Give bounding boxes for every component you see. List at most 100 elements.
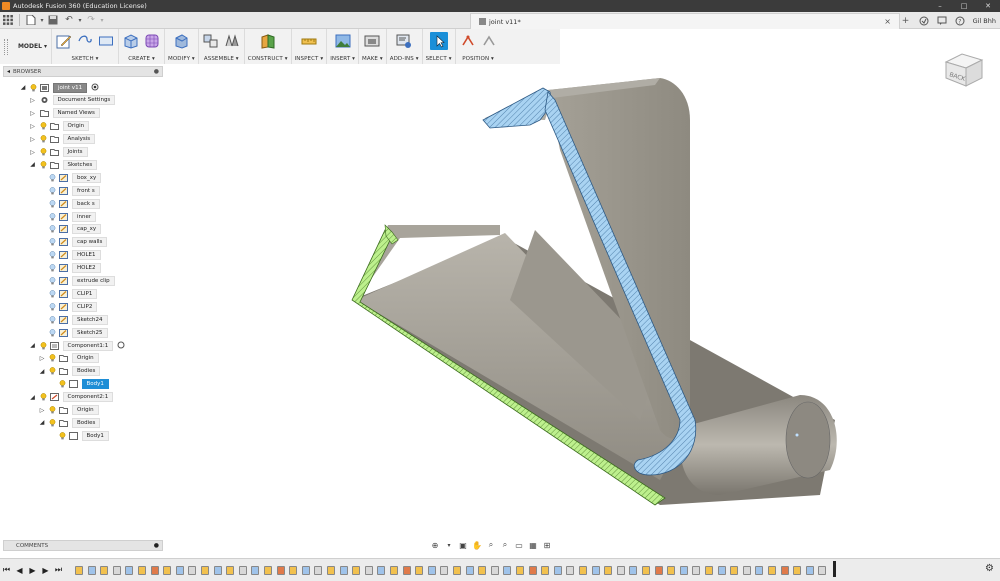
visibility-bulb-icon[interactable] xyxy=(49,199,56,208)
visibility-bulb-icon[interactable] xyxy=(49,290,56,298)
line-icon[interactable] xyxy=(76,32,94,50)
timeline-feature-icon[interactable] xyxy=(377,566,386,575)
dropdown-icon[interactable]: ▾ xyxy=(99,13,105,27)
step-back-icon[interactable]: ◀ xyxy=(13,566,26,575)
browser-node[interactable]: Sketch24 xyxy=(38,314,108,325)
timeline-feature-icon[interactable] xyxy=(125,566,134,575)
browser-node[interactable]: ▷ Named Views xyxy=(29,108,100,119)
expand-arrow-icon[interactable]: ▷ xyxy=(38,355,46,362)
grid-menu-icon[interactable] xyxy=(0,13,16,27)
collapse-arrow-icon[interactable]: ◢ xyxy=(29,342,37,349)
timeline-feature-icon[interactable] xyxy=(327,566,335,575)
timeline-feature-icon[interactable] xyxy=(667,566,676,575)
visibility-bulb-icon[interactable] xyxy=(49,354,56,362)
create-menu[interactable]: CREATE ▾ xyxy=(128,56,155,62)
pan-icon[interactable]: ✋ xyxy=(472,540,482,550)
visibility-bulb-icon[interactable] xyxy=(49,225,56,233)
insert-menu[interactable]: INSERT ▾ xyxy=(330,56,355,62)
offset-plane-icon[interactable] xyxy=(259,32,277,50)
visibility-bulb-icon[interactable] xyxy=(30,83,37,92)
timeline-feature-icon[interactable] xyxy=(742,566,751,575)
orbit-icon[interactable]: ⊕ xyxy=(430,540,440,550)
expand-arrow-icon[interactable]: ▷ xyxy=(38,407,46,414)
save-icon[interactable] xyxy=(45,13,61,27)
browser-node[interactable]: ◢ Sketches xyxy=(29,159,98,170)
timeline-feature-icon[interactable] xyxy=(591,566,600,575)
timeline-feature-icon[interactable] xyxy=(427,566,436,575)
new-tab-icon[interactable]: + xyxy=(897,14,915,28)
timeline-feature-icon[interactable] xyxy=(150,566,159,575)
browser-node[interactable]: ▷ Joints xyxy=(29,147,88,158)
timeline-feature-icon[interactable] xyxy=(654,566,663,575)
timeline-feature-icon[interactable] xyxy=(730,566,739,575)
timeline-feature-icon[interactable] xyxy=(440,566,449,575)
modify-menu[interactable]: MODIFY ▾ xyxy=(168,56,195,62)
activate-radio-icon[interactable] xyxy=(91,83,99,93)
timeline-feature-icon[interactable] xyxy=(75,566,83,575)
visibility-bulb-icon[interactable] xyxy=(49,264,56,272)
visibility-bulb-icon[interactable] xyxy=(40,122,47,130)
browser-node[interactable]: ▷ Origin xyxy=(38,405,99,416)
timeline-feature-icon[interactable] xyxy=(768,566,776,575)
browser-node[interactable]: extrude clip xyxy=(38,276,115,287)
timeline-feature-icon[interactable] xyxy=(201,566,209,575)
browser-node[interactable]: cap_xy xyxy=(38,224,102,235)
visibility-bulb-icon[interactable] xyxy=(49,328,56,337)
maximize-button[interactable]: □ xyxy=(952,2,976,10)
workspace-switcher[interactable]: MODEL ▾ xyxy=(0,29,52,64)
timeline-feature-icon[interactable] xyxy=(238,566,247,575)
timeline-feature-icon[interactable] xyxy=(805,566,814,575)
collapse-arrow-icon[interactable]: ◢ xyxy=(38,368,46,375)
browser-node[interactable]: Sketch25 xyxy=(38,327,108,338)
timeline-feature-icon[interactable] xyxy=(415,566,424,575)
visibility-bulb-icon[interactable] xyxy=(40,148,47,156)
browser-node[interactable]: ◢ Component2:1 xyxy=(29,392,114,403)
visibility-bulb-icon[interactable] xyxy=(59,380,66,388)
activate-radio-icon[interactable] xyxy=(117,341,125,351)
viewports-icon[interactable]: ⊞ xyxy=(542,540,552,550)
timeline-track[interactable] xyxy=(75,561,845,577)
select-cursor-icon[interactable] xyxy=(429,32,448,50)
measure-icon[interactable] xyxy=(300,32,318,50)
timeline-feature-icon[interactable] xyxy=(604,566,613,575)
visibility-bulb-icon[interactable] xyxy=(49,419,56,427)
press-pull-icon[interactable] xyxy=(172,32,190,50)
browser-node[interactable]: CLIP1 xyxy=(38,288,98,299)
timeline-feature-icon[interactable] xyxy=(780,566,789,575)
timeline-feature-icon[interactable] xyxy=(516,566,524,575)
browser-node[interactable]: cap walls xyxy=(38,237,108,248)
user-name[interactable]: Gil Bhh xyxy=(969,17,1000,25)
extrude-icon[interactable] xyxy=(122,32,140,50)
timeline-feature-icon[interactable] xyxy=(566,566,575,575)
collapse-arrow-icon[interactable]: ◢ xyxy=(19,84,27,91)
timeline-feature-icon[interactable] xyxy=(528,566,537,575)
timeline-feature-icon[interactable] xyxy=(478,566,487,575)
browser-node[interactable]: ▷ Origin xyxy=(38,353,99,364)
expand-arrow-icon[interactable]: ▷ xyxy=(29,149,37,156)
timeline-feature-icon[interactable] xyxy=(705,566,713,575)
create-sketch-icon[interactable] xyxy=(55,32,73,50)
timeline-feature-icon[interactable] xyxy=(226,566,235,575)
help-icon[interactable]: ? xyxy=(951,14,969,28)
comments-panel-header[interactable]: COMMENTS ● xyxy=(3,540,163,551)
browser-node[interactable]: ◢ joint v11 xyxy=(19,82,99,93)
rectangle-icon[interactable] xyxy=(97,32,115,50)
timeline-feature-icon[interactable] xyxy=(642,566,650,575)
select-menu[interactable]: SELECT ▾ xyxy=(426,56,452,62)
expand-arrow-icon[interactable]: ▷ xyxy=(29,97,37,104)
job-status-icon[interactable] xyxy=(915,14,933,28)
zoom-window-icon[interactable]: ⌕ xyxy=(500,540,510,550)
timeline-feature-icon[interactable] xyxy=(87,566,96,575)
timeline-feature-icon[interactable] xyxy=(818,566,827,575)
close-window-button[interactable]: ✕ xyxy=(976,2,1000,10)
timeline-feature-icon[interactable] xyxy=(188,566,197,575)
expand-arrow-icon[interactable]: ▷ xyxy=(29,110,37,117)
timeline-feature-icon[interactable] xyxy=(301,566,310,575)
timeline-feature-icon[interactable] xyxy=(276,566,285,575)
visibility-bulb-icon[interactable] xyxy=(40,341,47,350)
minimize-button[interactable]: – xyxy=(928,2,952,10)
timeline-feature-icon[interactable] xyxy=(402,566,411,575)
timeline-feature-icon[interactable] xyxy=(541,566,550,575)
timeline-feature-icon[interactable] xyxy=(289,566,298,575)
timeline-feature-icon[interactable] xyxy=(490,566,499,575)
